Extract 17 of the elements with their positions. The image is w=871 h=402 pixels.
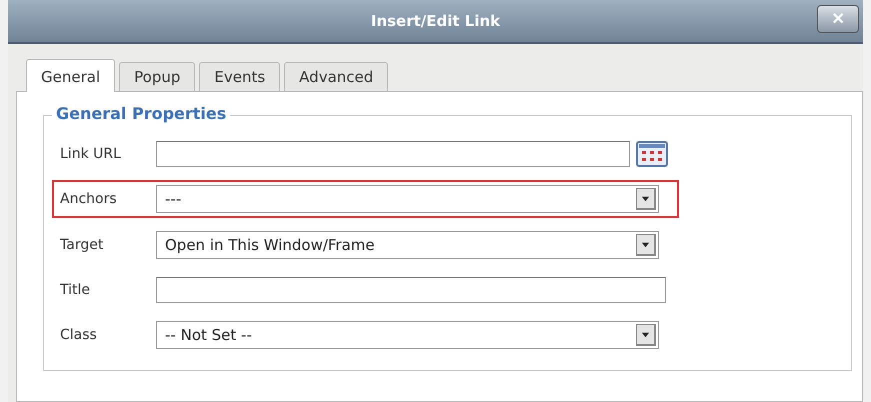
input-field[interactable] [156,141,630,167]
field-label: Anchors [60,191,118,207]
tab[interactable]: Popup [119,62,196,91]
dropdown[interactable]: --- [156,185,659,213]
tab[interactable]: Advanced [284,62,388,91]
browse-icon[interactable] [636,141,668,167]
tab[interactable]: General [26,59,116,92]
tab[interactable]: Events [199,62,280,91]
field-label: Class [60,327,98,343]
field-label: Title [60,282,92,298]
field-label: Target [60,237,104,253]
dropdown[interactable]: Open in This Window/Frame [156,231,659,259]
field-label: Link URL [60,146,122,162]
fieldset-legend: General Properties [52,104,230,123]
window-title: Insert/Edit Link [370,12,500,30]
dropdown[interactable]: -- Not Set -- [156,321,659,349]
input-field[interactable] [156,277,666,303]
